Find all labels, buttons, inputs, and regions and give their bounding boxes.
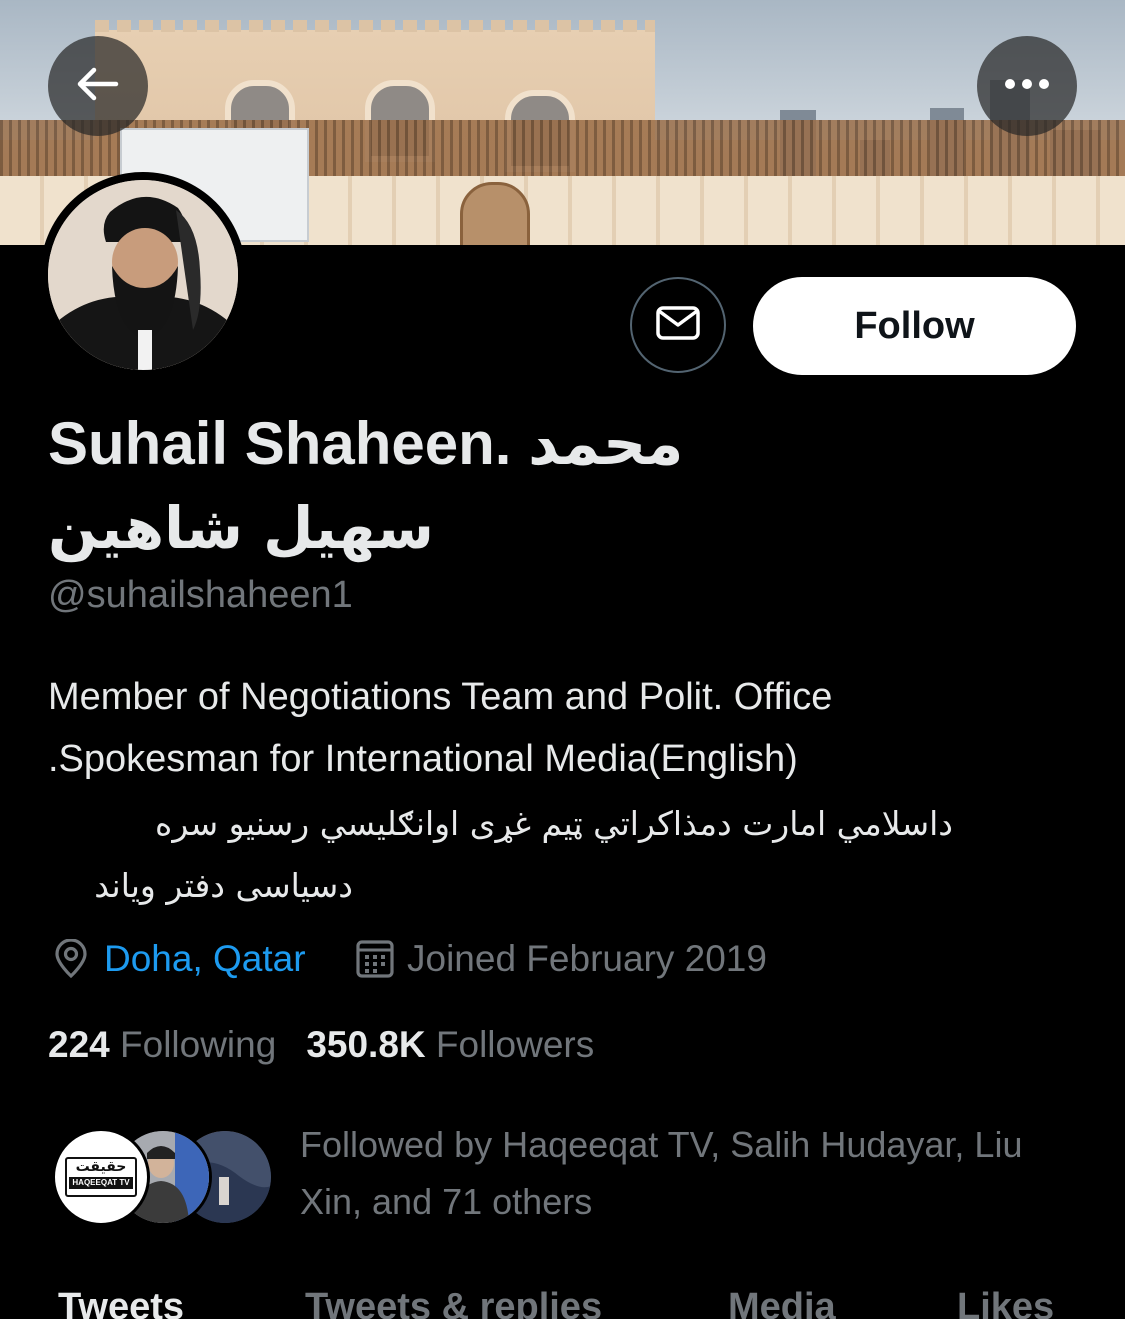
follow-button[interactable]: Follow: [753, 277, 1076, 375]
display-name: Suhail Shaheen. محمد: [48, 410, 684, 477]
bio-line: داسلامي امارت دمذاكراتي ټيم غړی اوانګليس…: [155, 804, 953, 843]
follow-stats: 224 Following 350.8K Followers: [48, 1024, 594, 1066]
bio-line: Member of Negotiations Team and Polit. O…: [48, 676, 833, 718]
location-link[interactable]: Doha, Qatar: [104, 938, 306, 980]
badge-latin: HAQEEQAT TV: [69, 1177, 133, 1189]
badge-arabic: حقیقت: [75, 1159, 127, 1175]
avatar-photo: [48, 180, 238, 370]
more-options-button[interactable]: [977, 36, 1077, 136]
haqeeqat-badge: حقیقت HAQEEQAT TV: [65, 1157, 137, 1197]
profile-avatar[interactable]: [40, 172, 246, 378]
followed-by-text[interactable]: Followed by Haqeeqat TV, Salih Hudayar, …: [300, 1116, 1090, 1230]
profile-tabs: Tweets Tweets & replies Media Likes: [0, 1282, 1125, 1319]
display-name-line2: سهیل شاهین: [48, 494, 434, 562]
more-horizontal-icon: [1004, 77, 1050, 95]
tab-media[interactable]: Media: [728, 1286, 836, 1319]
username-handle: @suhailshaheen1: [48, 574, 353, 616]
message-button[interactable]: [630, 277, 726, 373]
map-pin-icon: [52, 939, 90, 979]
following-stat[interactable]: 224 Following: [48, 1024, 276, 1066]
join-date-text: Joined February 2019: [407, 938, 767, 979]
bio-line: دسیاسی دفتر ویاند: [94, 866, 353, 905]
followed-by-avatars[interactable]: حقیقت HAQEEQAT TV: [52, 1128, 274, 1226]
back-button[interactable]: [48, 36, 148, 136]
arrow-left-icon: [76, 66, 120, 107]
tab-tweets[interactable]: Tweets: [58, 1286, 184, 1319]
tab-tweets-replies[interactable]: Tweets & replies: [305, 1286, 602, 1319]
followers-count: 350.8K: [306, 1024, 426, 1065]
location: Doha, Qatar: [52, 938, 306, 980]
following-label: Following: [120, 1024, 277, 1065]
join-date: Joined February 2019: [355, 938, 767, 980]
calendar-icon: [355, 939, 395, 979]
followers-label: Followers: [435, 1024, 595, 1065]
follower-avatar: حقیقت HAQEEQAT TV: [52, 1128, 150, 1226]
tab-likes[interactable]: Likes: [957, 1286, 1054, 1319]
followers-stat[interactable]: 350.8K Followers: [306, 1024, 594, 1066]
bio-line: .Spokesman for International Media(Engli…: [48, 738, 798, 780]
following-count: 224: [48, 1024, 110, 1065]
banner-gate: [460, 182, 530, 245]
envelope-icon: [655, 305, 701, 346]
